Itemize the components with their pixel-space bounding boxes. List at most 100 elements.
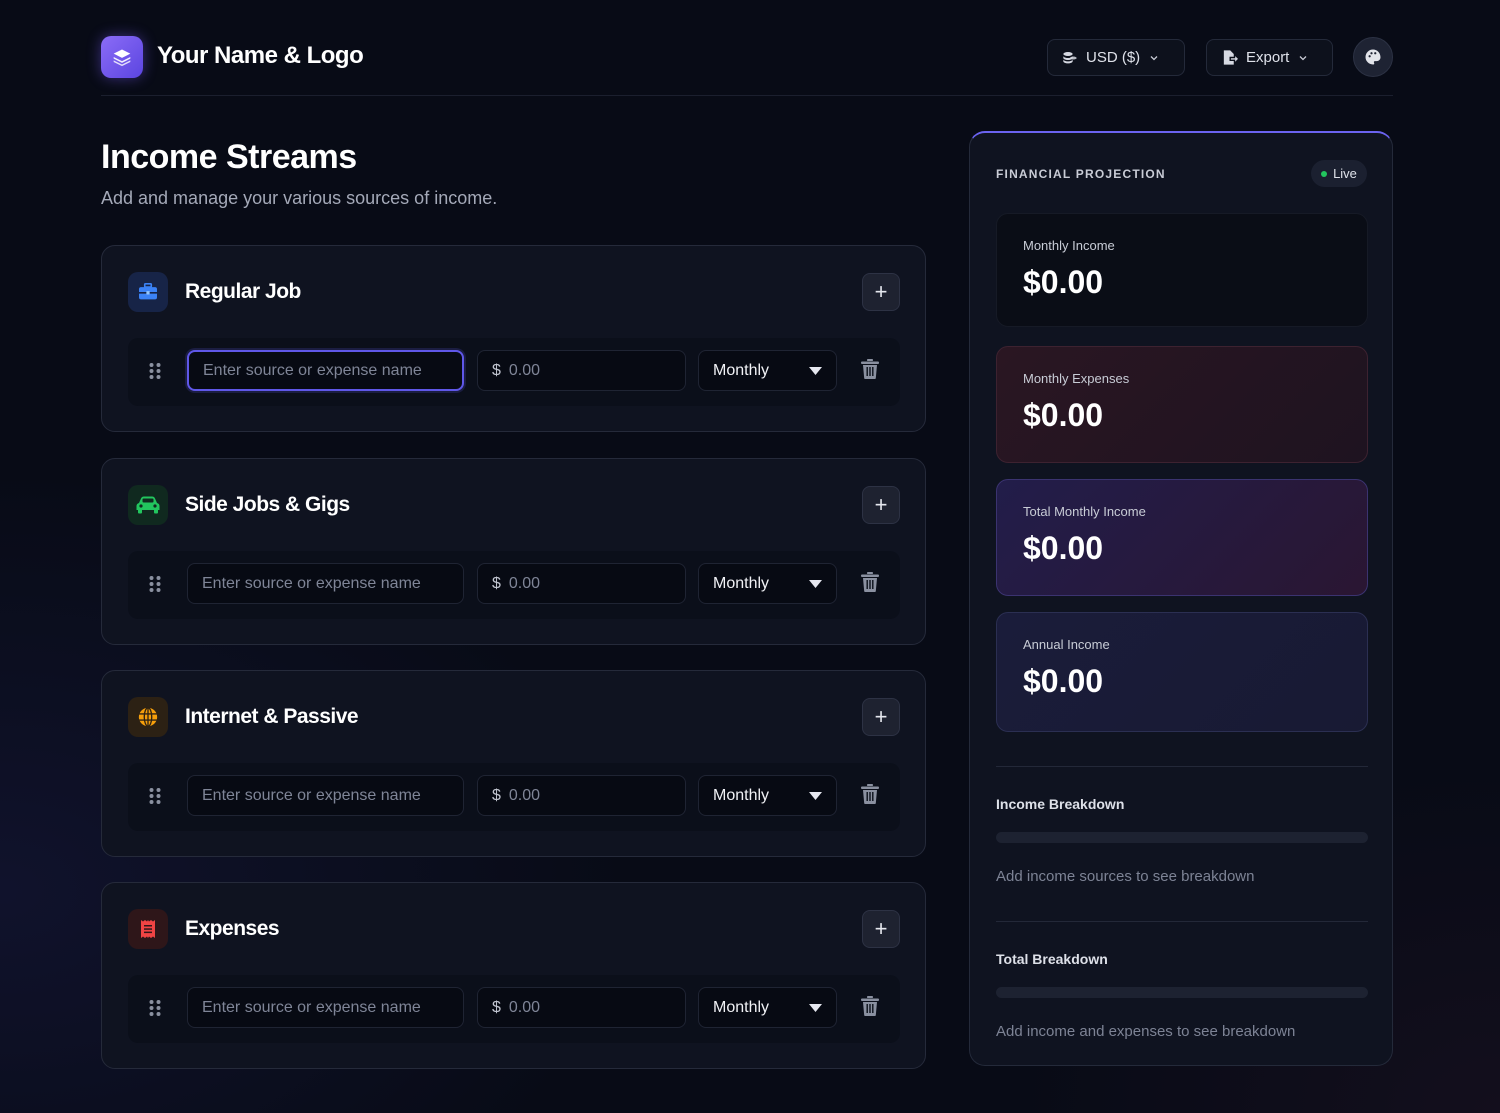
drag-handle-icon[interactable]	[148, 575, 162, 593]
export-button[interactable]: Export	[1206, 39, 1333, 76]
live-badge: Live	[1311, 160, 1367, 187]
page-title: Income Streams	[101, 138, 357, 176]
plus-icon: +	[874, 492, 888, 517]
export-label: Export	[1246, 49, 1290, 66]
entry-row: $ Monthly	[128, 975, 900, 1043]
globe-icon	[128, 697, 168, 737]
stat-value: $0.00	[1023, 530, 1104, 566]
stat-value: $0.00	[1023, 264, 1104, 300]
frequency-value: Monthly	[713, 786, 770, 804]
amount-field[interactable]: $	[477, 563, 686, 604]
source-name-input[interactable]	[187, 563, 464, 604]
live-dot-icon	[1321, 170, 1328, 177]
amount-input[interactable]	[508, 998, 659, 1017]
stat-monthly-expenses: Monthly Expenses $0.00	[996, 346, 1368, 463]
income-breakdown-bar	[996, 832, 1368, 843]
drag-handle-icon[interactable]	[148, 362, 162, 380]
add-entry-button[interactable]: +	[862, 698, 900, 736]
stat-label: Monthly Expenses	[1023, 371, 1130, 386]
drag-handle-icon[interactable]	[148, 999, 162, 1017]
frequency-select[interactable]: Monthly	[698, 987, 837, 1028]
frequency-value: Monthly	[713, 361, 770, 379]
top-header: Your Name & Logo USD ($) Export	[101, 0, 1393, 96]
drag-handle-icon[interactable]	[148, 787, 162, 805]
stat-label: Total Monthly Income	[1023, 504, 1146, 519]
category-title: Expenses	[185, 917, 280, 940]
currency-selector[interactable]: USD ($)	[1047, 39, 1185, 76]
amount-input[interactable]	[508, 361, 659, 380]
category-title: Side Jobs & Gigs	[185, 493, 350, 516]
add-entry-button[interactable]: +	[862, 910, 900, 948]
entry-row: $ Monthly	[128, 338, 900, 406]
entry-row: $ Monthly	[128, 763, 900, 831]
receipt-icon	[128, 909, 168, 949]
total-breakdown-bar	[996, 987, 1368, 998]
export-file-icon	[1223, 50, 1238, 65]
logo-icon[interactable]	[101, 36, 143, 78]
palette-icon	[1365, 49, 1381, 65]
income-breakdown-title: Income Breakdown	[996, 796, 1125, 812]
entry-row: $ Monthly	[128, 551, 900, 619]
category-title: Internet & Passive	[185, 705, 359, 728]
category-card-expenses: Expenses + $ Monthly	[101, 882, 926, 1069]
add-entry-button[interactable]: +	[862, 273, 900, 311]
frequency-select[interactable]: Monthly	[698, 775, 837, 816]
category-card-regular-job: Regular Job + $ Monthly	[101, 245, 926, 432]
add-entry-button[interactable]: +	[862, 486, 900, 524]
amount-input[interactable]	[508, 574, 659, 593]
plus-icon: +	[874, 916, 888, 941]
frequency-select[interactable]: Monthly	[698, 563, 837, 604]
brand-name[interactable]: Your Name & Logo	[157, 42, 364, 70]
stat-label: Monthly Income	[1023, 238, 1115, 253]
page-subtitle: Add and manage your various sources of i…	[101, 188, 498, 208]
plus-icon: +	[874, 279, 888, 304]
stat-annual-income: Annual Income $0.00	[996, 612, 1368, 732]
chevron-down-icon	[1299, 55, 1307, 60]
source-name-input[interactable]	[187, 987, 464, 1028]
amount-field[interactable]: $	[477, 350, 686, 391]
theme-palette-button[interactable]	[1353, 37, 1393, 77]
category-card-side-jobs: Side Jobs & Gigs + $ Monthly	[101, 458, 926, 645]
currency-label: USD ($)	[1086, 49, 1141, 66]
currency-symbol: $	[492, 361, 501, 379]
frequency-value: Monthly	[713, 574, 770, 592]
stat-value: $0.00	[1023, 663, 1104, 699]
amount-input[interactable]	[508, 786, 659, 805]
category-title: Regular Job	[185, 280, 301, 303]
stat-label: Annual Income	[1023, 637, 1110, 652]
stat-value: $0.00	[1023, 397, 1104, 433]
trash-icon[interactable]	[861, 359, 879, 379]
caret-down-icon	[809, 366, 822, 375]
frequency-select[interactable]: Monthly	[698, 350, 837, 391]
plus-icon: +	[874, 704, 888, 729]
stat-monthly-income: Monthly Income $0.00	[996, 213, 1368, 327]
caret-down-icon	[809, 791, 822, 800]
trash-icon[interactable]	[861, 784, 879, 804]
briefcase-icon	[128, 272, 168, 312]
stat-total-monthly-income: Total Monthly Income $0.00	[996, 479, 1368, 596]
category-card-internet-passive: Internet & Passive + $ Monthly	[101, 670, 926, 857]
coins-icon	[1063, 51, 1077, 63]
income-breakdown-hint: Add income sources to see breakdown	[996, 868, 1255, 885]
app-page: Your Name & Logo USD ($) Export Income S…	[101, 0, 1393, 1113]
chevron-down-icon	[1150, 55, 1158, 60]
amount-field[interactable]: $	[477, 987, 686, 1028]
currency-symbol: $	[492, 998, 501, 1016]
trash-icon[interactable]	[861, 996, 879, 1016]
total-breakdown-title: Total Breakdown	[996, 951, 1108, 967]
currency-symbol: $	[492, 786, 501, 804]
source-name-input[interactable]	[187, 350, 464, 391]
frequency-value: Monthly	[713, 998, 770, 1016]
divider	[996, 766, 1368, 767]
trash-icon[interactable]	[861, 572, 879, 592]
caret-down-icon	[809, 579, 822, 588]
divider	[996, 921, 1368, 922]
live-label: Live	[1333, 166, 1357, 181]
amount-field[interactable]: $	[477, 775, 686, 816]
panel-title: FINANCIAL PROJECTION	[996, 167, 1166, 181]
currency-symbol: $	[492, 574, 501, 592]
car-icon	[128, 485, 168, 525]
total-breakdown-hint: Add income and expenses to see breakdown	[996, 1023, 1296, 1040]
source-name-input[interactable]	[187, 775, 464, 816]
financial-projection-panel: FINANCIAL PROJECTION Live Monthly Income…	[969, 131, 1393, 1066]
